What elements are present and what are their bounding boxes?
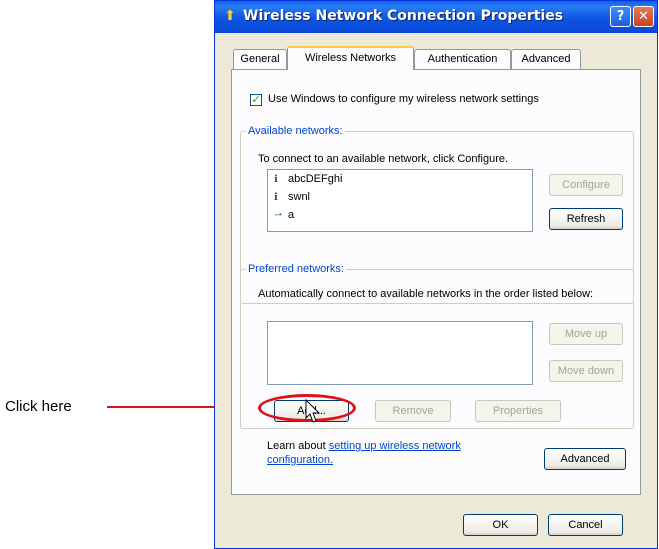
adhoc-network-icon: ⇀ bbox=[274, 210, 283, 221]
tab-panel: ✓ Use Windows to configure my wireless n… bbox=[231, 69, 641, 495]
available-networks-description: To connect to an available network, clic… bbox=[258, 153, 509, 165]
cancel-button[interactable]: Cancel bbox=[548, 514, 623, 536]
list-item[interactable]: ℹ abcDEFghi bbox=[274, 173, 342, 188]
info-icon: ℹ bbox=[274, 174, 278, 185]
mouse-cursor-icon bbox=[305, 399, 321, 423]
available-networks-legend: Available networks: bbox=[246, 125, 345, 137]
title-bar[interactable]: ⬆ Wireless Network Connection Properties… bbox=[215, 1, 657, 33]
network-name: abcDEFghi bbox=[288, 173, 343, 185]
remove-button[interactable]: Remove bbox=[375, 400, 451, 422]
learn-about-text: Learn about setting up wireless network … bbox=[267, 439, 527, 467]
network-icon: ⬆ bbox=[224, 8, 236, 24]
list-item[interactable]: ⇀ a bbox=[274, 209, 294, 224]
move-down-button[interactable]: Move down bbox=[549, 360, 623, 382]
preferred-networks-legend: Preferred networks: bbox=[246, 263, 346, 275]
list-item[interactable]: ℹ swnl bbox=[274, 191, 310, 206]
use-windows-checkbox[interactable]: ✓ bbox=[250, 94, 262, 106]
use-windows-checkbox-label[interactable]: Use Windows to configure my wireless net… bbox=[268, 93, 539, 105]
tab-general[interactable]: General bbox=[233, 49, 287, 69]
network-name: a bbox=[288, 209, 295, 221]
learn-about-prefix: Learn about bbox=[267, 440, 329, 452]
info-icon: ℹ bbox=[274, 192, 278, 203]
preferred-networks-description: Automatically connect to available netwo… bbox=[258, 288, 594, 300]
refresh-button[interactable]: Refresh bbox=[549, 208, 623, 230]
network-name: swnl bbox=[288, 191, 311, 203]
configure-button[interactable]: Configure bbox=[549, 174, 623, 196]
properties-dialog: ⬆ Wireless Network Connection Properties… bbox=[214, 0, 658, 549]
move-up-button[interactable]: Move up bbox=[549, 323, 623, 345]
annotation-label: Click here bbox=[5, 398, 72, 415]
tab-wireless-networks[interactable]: Wireless Networks bbox=[287, 46, 414, 70]
ok-button[interactable]: OK bbox=[463, 514, 538, 536]
help-button[interactable]: ? bbox=[610, 6, 631, 27]
window-title: Wireless Network Connection Properties bbox=[243, 8, 564, 24]
properties-button[interactable]: Properties bbox=[475, 400, 561, 422]
close-button[interactable]: ✕ bbox=[633, 6, 654, 27]
tab-advanced[interactable]: Advanced bbox=[511, 49, 581, 69]
preferred-networks-list[interactable] bbox=[267, 321, 533, 385]
tab-authentication[interactable]: Authentication bbox=[414, 49, 511, 69]
available-networks-list[interactable]: ℹ abcDEFghi ℹ swnl ⇀ a bbox=[267, 169, 533, 232]
advanced-button[interactable]: Advanced bbox=[544, 448, 626, 470]
